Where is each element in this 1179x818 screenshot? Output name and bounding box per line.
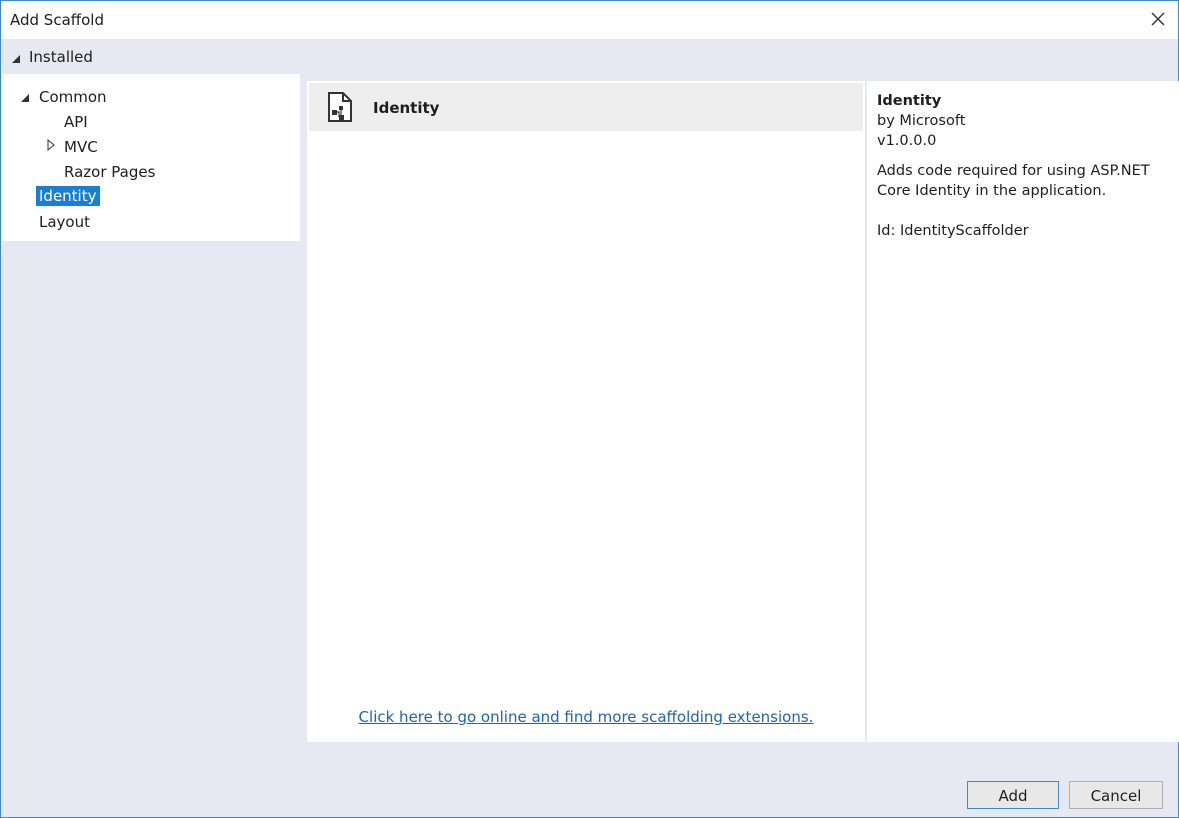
collapsed-triangle-icon[interactable] (47, 138, 55, 155)
tree-item-mvc[interactable]: MVC (61, 137, 101, 157)
tree-item-layout[interactable]: Layout (36, 212, 93, 232)
title-bar: Add Scaffold (1, 1, 1178, 39)
detail-author: by Microsoft (877, 113, 966, 129)
cancel-button[interactable]: Cancel (1069, 781, 1163, 809)
tree-item-razor-pages[interactable]: Razor Pages (61, 162, 158, 182)
detail-name: Identity (877, 93, 942, 109)
list-item[interactable]: Identity (309, 83, 863, 131)
close-icon[interactable] (1146, 7, 1170, 31)
tree-item-identity[interactable]: Identity (36, 186, 100, 206)
tree-item-api[interactable]: API (61, 112, 91, 132)
scaffold-list: Identity Click here to go online and fin… (307, 81, 865, 742)
expanded-triangle-icon[interactable] (20, 91, 30, 107)
scaffold-file-icon (324, 91, 356, 127)
online-extensions-link[interactable]: Click here to go online and find more sc… (307, 708, 865, 726)
detail-version: v1.0.0.0 (877, 133, 937, 149)
detail-id: Id: IdentityScaffolder (877, 223, 1029, 239)
detail-description: Adds code required for using ASP.NET Cor… (877, 163, 1150, 199)
details-pane: Identity by Microsoft v1.0.0.0 Adds code… (866, 81, 1179, 742)
tree-item-common[interactable]: Common (36, 87, 110, 107)
list-item-label: Identity (373, 99, 440, 117)
collapse-triangle-icon[interactable] (11, 52, 21, 68)
category-tree: Common API MVC Razor Pages Identity Layo… (2, 74, 300, 241)
installed-header[interactable]: Installed (1, 39, 1178, 74)
add-scaffold-dialog: Add Scaffold Installed Common API MVC Ra… (0, 0, 1179, 818)
add-button[interactable]: Add (967, 781, 1059, 809)
installed-label: Installed (29, 48, 93, 66)
window-title: Add Scaffold (10, 11, 104, 29)
